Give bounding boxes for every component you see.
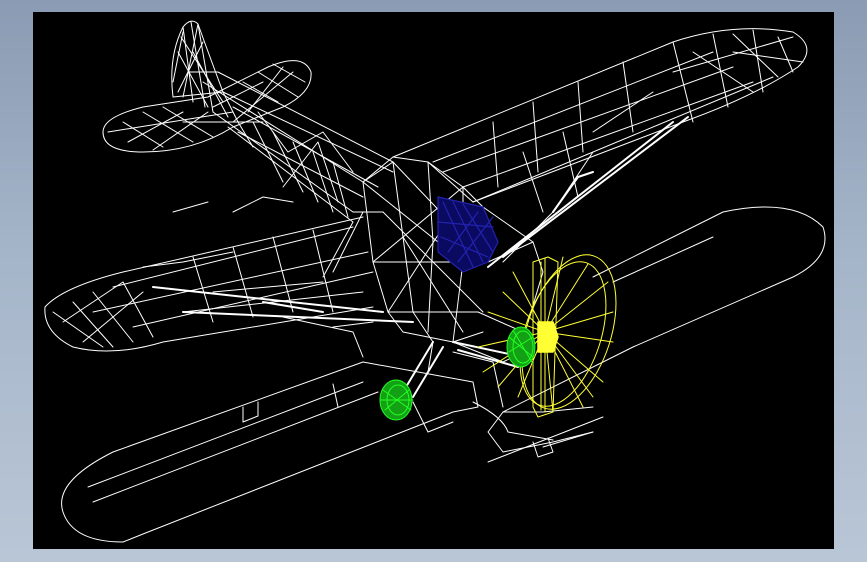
landing-gear xyxy=(402,341,524,398)
cad-viewport[interactable] xyxy=(33,12,834,549)
app-window xyxy=(0,0,867,562)
cockpit-glass xyxy=(437,196,499,273)
propeller-spinner xyxy=(537,321,559,353)
left-wing xyxy=(44,216,374,352)
engine-hub xyxy=(506,326,536,368)
float-wheel xyxy=(379,379,414,421)
left-float xyxy=(61,361,479,543)
wireframe-scene xyxy=(44,20,826,543)
